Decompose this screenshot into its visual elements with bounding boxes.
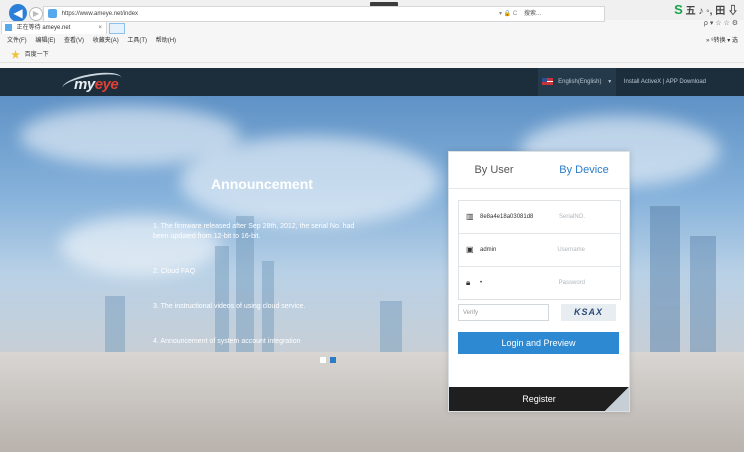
menu-item-tools[interactable]: 工具(T) <box>127 38 147 44</box>
tab-by-user[interactable]: By User <box>449 152 539 188</box>
install-activex-link[interactable]: Install ActiveX <box>624 79 661 85</box>
password-value[interactable]: • <box>480 267 482 299</box>
search-box[interactable]: 搜索... <box>524 7 541 21</box>
logo-text: myeye <box>74 76 119 93</box>
tray-icons[interactable]: S 五 ♪ ◦, 田 ⇩ <box>674 3 738 19</box>
url-text[interactable]: https://www.ameye.net/index <box>62 11 138 17</box>
tab-divider <box>449 188 629 189</box>
favorites-bar: 百度一下 <box>0 48 744 63</box>
address-controls[interactable]: ▾ 🔒 C <box>499 7 517 21</box>
carousel-dot-1[interactable] <box>320 357 326 363</box>
menu-item-favorites[interactable]: 收藏夹(A) <box>93 38 119 44</box>
login-fields: ▥ 8e8a4e18a03081d8 SerialNO. ▣ admin Use… <box>458 200 621 300</box>
username-value[interactable]: admin <box>480 234 496 266</box>
tray-text: 五 ♪ ◦, 田 ⇩ <box>685 6 738 17</box>
tab-by-device[interactable]: By Device <box>539 152 629 188</box>
app-download-link[interactable]: APP Download <box>666 79 706 85</box>
menu-item-view[interactable]: 查看(V) <box>64 38 84 44</box>
verify-input[interactable]: Verify <box>458 304 549 321</box>
new-tab-button[interactable] <box>109 23 125 34</box>
register-button[interactable]: Register <box>449 387 629 411</box>
building <box>650 206 680 356</box>
site-header: myeye English(English) ▼ Install ActiveX… <box>0 68 744 98</box>
page-curl-icon <box>605 387 629 411</box>
hero-background: Announcement 1. The firmware released af… <box>0 96 744 452</box>
carousel-dot-2[interactable] <box>330 357 336 363</box>
tab-row: 正在等待 ameye.net × <box>0 21 744 34</box>
header-divider: | <box>662 79 665 85</box>
building <box>105 296 125 356</box>
menu-right-tools[interactable]: » ⁸转换 ▾ 选 <box>706 35 738 47</box>
sogou-icon[interactable]: S <box>674 2 683 17</box>
building <box>690 236 716 356</box>
tab-close-icon[interactable]: × <box>98 22 102 34</box>
header-links: English(English) ▼ Install ActiveX | APP… <box>538 68 706 96</box>
favorites-star-icon[interactable] <box>11 49 20 59</box>
menu-bar: 文件(F) 编辑(E) 查看(V) 收藏夹(A) 工具(T) 帮助(H) » ⁸… <box>0 35 744 47</box>
us-flag-icon <box>542 77 554 85</box>
captcha-image[interactable]: KSAX <box>561 304 616 321</box>
back-arrow-icon[interactable]: ◀ <box>9 4 27 22</box>
menu-item-help[interactable]: 帮助(H) <box>156 38 176 44</box>
chevron-down-icon: ▼ <box>607 79 613 85</box>
serial-value[interactable]: 8e8a4e18a03081d8 <box>480 201 533 233</box>
serial-field[interactable]: ▥ 8e8a4e18a03081d8 SerialNO. <box>459 201 620 234</box>
username-placeholder: Username <box>557 247 585 253</box>
tab-current[interactable]: 正在等待 ameye.net × <box>1 21 107 34</box>
announcement-item-1[interactable]: 1. The firmware released after Sep 28th,… <box>153 222 368 242</box>
menu-item-file[interactable]: 文件(F) <box>7 38 27 44</box>
building <box>380 301 402 356</box>
browser-chrome: ◀ ▶ https://www.ameye.net/index ▾ 🔒 C 搜索… <box>0 0 744 68</box>
serial-placeholder: SerialNO. <box>558 214 585 220</box>
login-and-preview-button[interactable]: Login and Preview <box>458 332 619 354</box>
forward-arrow-icon[interactable]: ▶ <box>29 7 43 21</box>
address-bar[interactable]: https://www.ameye.net/index ▾ 🔒 C 搜索... <box>43 6 605 22</box>
announcement-item-2[interactable]: 2. Cloud FAQ <box>153 267 368 277</box>
language-selector[interactable]: English(English) ▼ <box>538 68 617 96</box>
lock-icon: 🔒︎ <box>466 278 471 287</box>
menu-item-edit[interactable]: 编辑(E) <box>35 38 55 44</box>
language-label: English(English) <box>558 79 602 85</box>
tab-favicon-icon <box>5 23 12 31</box>
password-field[interactable]: 🔒︎ • Password <box>459 267 620 299</box>
favorite-link-baidu[interactable]: 百度一下 <box>25 52 49 58</box>
announcement-item-3[interactable]: 3. The instructional videos of using clo… <box>153 302 368 312</box>
site-favicon-icon <box>48 8 57 18</box>
ground <box>0 352 744 452</box>
tab-title: 正在等待 ameye.net <box>16 25 71 31</box>
password-placeholder: Password <box>558 280 585 286</box>
announcement-item-4[interactable]: 4. Announcement of system account integr… <box>153 337 368 347</box>
username-field[interactable]: ▣ admin Username <box>459 234 620 267</box>
carousel-dots <box>320 350 340 368</box>
barcode-icon: ▥ <box>466 212 474 221</box>
login-panel: By User By Device ▥ 8e8a4e18a03081d8 Ser… <box>448 151 630 412</box>
user-card-icon: ▣ <box>466 245 474 254</box>
logo[interactable]: myeye <box>60 68 132 98</box>
announcement-title: Announcement <box>211 176 313 192</box>
